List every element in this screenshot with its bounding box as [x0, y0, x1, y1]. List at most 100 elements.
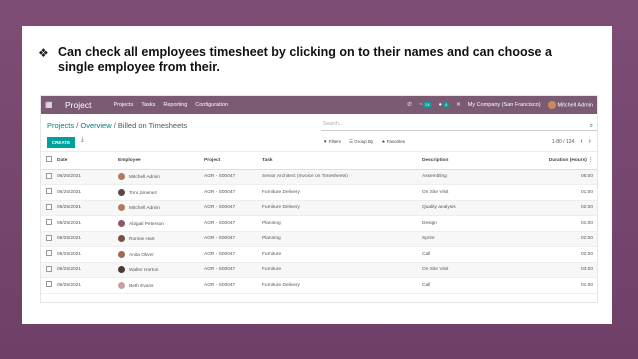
employee-name: Ronnie Hart: [129, 237, 155, 243]
menu-configuration[interactable]: Configuration: [195, 102, 228, 108]
cell-project: AGR - S00047: [204, 184, 262, 201]
favorites-button[interactable]: ★ Favorites: [381, 139, 405, 145]
cell-description: Sprint: [422, 231, 502, 247]
cell-project: AGR - S00047: [204, 215, 262, 232]
search-input[interactable]: Search...: [321, 121, 597, 131]
cell-project: AGR - S00047: [204, 169, 262, 185]
breadcrumb-projects[interactable]: Projects: [47, 121, 74, 130]
close-icon[interactable]: ✕: [456, 102, 461, 108]
pager: 1-80 / 124 ‹ ›: [552, 138, 591, 145]
cell-duration: 01:00: [502, 215, 597, 232]
company-switcher[interactable]: My Company (San Francisco): [468, 102, 541, 108]
table-row[interactable]: 06/25/2021 Toni Jimenez AGR - S00047 Furnit…: [41, 184, 597, 201]
cell-task: Planning: [262, 231, 422, 247]
chevron-right-icon[interactable]: ›: [589, 138, 591, 145]
user-menu[interactable]: Mitchell Admin: [547, 101, 593, 109]
header-duration[interactable]: Duration (Hours) ⋮: [502, 152, 597, 170]
phone-icon[interactable]: ✆: [407, 102, 412, 108]
cell-date: 06/25/2021: [57, 231, 118, 247]
row-checkbox[interactable]: [41, 184, 57, 201]
cell-description: Assembling: [422, 169, 502, 185]
activity-icon[interactable]: ● 4: [439, 102, 450, 108]
groupby-button[interactable]: ☰ Group By: [349, 139, 373, 145]
cell-employee[interactable]: Toni Jimenez: [118, 184, 204, 201]
breadcrumb-overview[interactable]: Overview: [80, 121, 111, 130]
row-checkbox[interactable]: [41, 169, 57, 185]
header-description[interactable]: Description: [422, 152, 502, 170]
row-checkbox[interactable]: [41, 215, 57, 232]
employee-name: Mitchell Admin: [129, 175, 160, 181]
timesheet-table: Date Employee Project Task Description D…: [41, 152, 597, 294]
table-row[interactable]: 06/25/2021 Walter Horton AGR - S00047 Furni…: [41, 262, 597, 278]
pager-value[interactable]: 1-80 / 124: [552, 139, 575, 145]
table-row[interactable]: 06/25/2021 Abigail Peterson AGR - S00047 Pl…: [41, 215, 597, 232]
column-options-icon[interactable]: ⋮: [588, 158, 593, 163]
cell-duration: 03:00: [502, 262, 597, 278]
filters-button[interactable]: ▼ Filters: [323, 139, 341, 145]
row-checkbox[interactable]: [41, 277, 57, 294]
header-employee[interactable]: Employee: [118, 152, 204, 170]
cell-employee[interactable]: Beth Evans: [118, 277, 204, 294]
employee-avatar: [118, 250, 125, 258]
breadcrumb: Projects / Overview / Billed on Timeshee…: [47, 121, 187, 130]
star-icon: ★: [381, 139, 386, 144]
cell-project: AGR - S00047: [204, 277, 262, 294]
row-checkbox[interactable]: [41, 231, 57, 247]
table-row[interactable]: 06/25/2021 Mitchell Admin AGR - S00047 Furn…: [41, 200, 597, 216]
menu-tasks[interactable]: Tasks: [141, 102, 155, 108]
cell-employee[interactable]: Mitchell Admin: [118, 169, 204, 185]
header-project[interactable]: Project: [204, 152, 262, 170]
activity-badge: 4: [442, 102, 450, 108]
cell-date: 06/25/2021: [57, 262, 118, 278]
table-header-row: Date Employee Project Task Description D…: [41, 152, 597, 170]
cell-task: Furniture: [262, 262, 422, 278]
favorites-label: Favorites: [386, 139, 406, 144]
cell-description: On Site Visit: [422, 262, 502, 278]
cell-task: Furniture: [262, 246, 422, 263]
apps-menu-icon[interactable]: ▦: [45, 96, 59, 114]
employee-name: Toni Jimenez: [129, 190, 157, 196]
cell-employee[interactable]: Mitchell Admin: [118, 200, 204, 216]
cell-duration: 01:00: [502, 277, 597, 294]
row-checkbox[interactable]: [41, 262, 57, 278]
employee-avatar: [118, 188, 125, 196]
odoo-window: ▦ Project Projects Tasks Reporting Confi…: [40, 95, 598, 303]
row-checkbox[interactable]: [41, 200, 57, 216]
employee-avatar: [118, 281, 125, 289]
cell-duration: 05:00: [502, 169, 597, 185]
filters-label: Filters: [328, 139, 341, 144]
menu-projects[interactable]: Projects: [113, 102, 133, 108]
select-all-checkbox[interactable]: [41, 152, 57, 170]
cell-employee[interactable]: Abigail Peterson: [118, 215, 204, 232]
cell-date: 06/25/2021: [57, 277, 118, 294]
cell-employee[interactable]: Anita Oliver: [118, 246, 204, 263]
navbar-systray: ✆ ◔ 24 ● 4 ✕ My Company (San Francisco) Mi…: [407, 101, 593, 109]
cell-description: Design: [422, 215, 502, 232]
table-row[interactable]: 06/25/2021 Anita Oliver AGR - S00047 Furnit…: [41, 246, 597, 263]
control-panel: Projects / Overview / Billed on Timeshee…: [41, 114, 597, 152]
cell-task: Senior Architect (Invoice on Timesheets): [262, 169, 422, 185]
chevron-left-icon[interactable]: ‹: [580, 138, 582, 145]
filter-icon: ▼: [323, 139, 328, 144]
create-button[interactable]: CREATE: [47, 137, 75, 148]
table-row[interactable]: 06/25/2021 Beth Evans AGR - S00047 Furnitur…: [41, 277, 597, 294]
cell-employee[interactable]: Walter Horton: [118, 262, 204, 278]
cell-employee[interactable]: Ronnie Hart: [118, 231, 204, 247]
download-icon[interactable]: ⤓: [81, 137, 84, 144]
cell-project: AGR - S00047: [204, 262, 262, 278]
table-row[interactable]: 06/26/2021 Mitchell Admin AGR - S00047 Seni…: [41, 169, 597, 185]
header-task[interactable]: Task: [262, 152, 422, 170]
search-options: ▼ Filters ☰ Group By ★ Favorites: [323, 139, 405, 145]
header-date[interactable]: Date: [57, 152, 118, 170]
employee-name: Anita Oliver: [129, 252, 154, 258]
groupby-icon: ☰: [348, 139, 354, 144]
menu-reporting[interactable]: Reporting: [163, 102, 187, 108]
search-icon[interactable]: ⌕: [590, 123, 593, 130]
app-title[interactable]: Project: [65, 100, 91, 110]
cell-task: Furniture Delivery: [262, 200, 422, 216]
table-row[interactable]: 06/25/2021 Ronnie Hart AGR - S00047 Plannin…: [41, 231, 597, 247]
cell-date: 06/25/2021: [57, 246, 118, 263]
chat-icon[interactable]: ◔ 24: [419, 102, 432, 108]
row-checkbox[interactable]: [41, 246, 57, 263]
employee-name: Mitchell Admin: [129, 206, 160, 212]
